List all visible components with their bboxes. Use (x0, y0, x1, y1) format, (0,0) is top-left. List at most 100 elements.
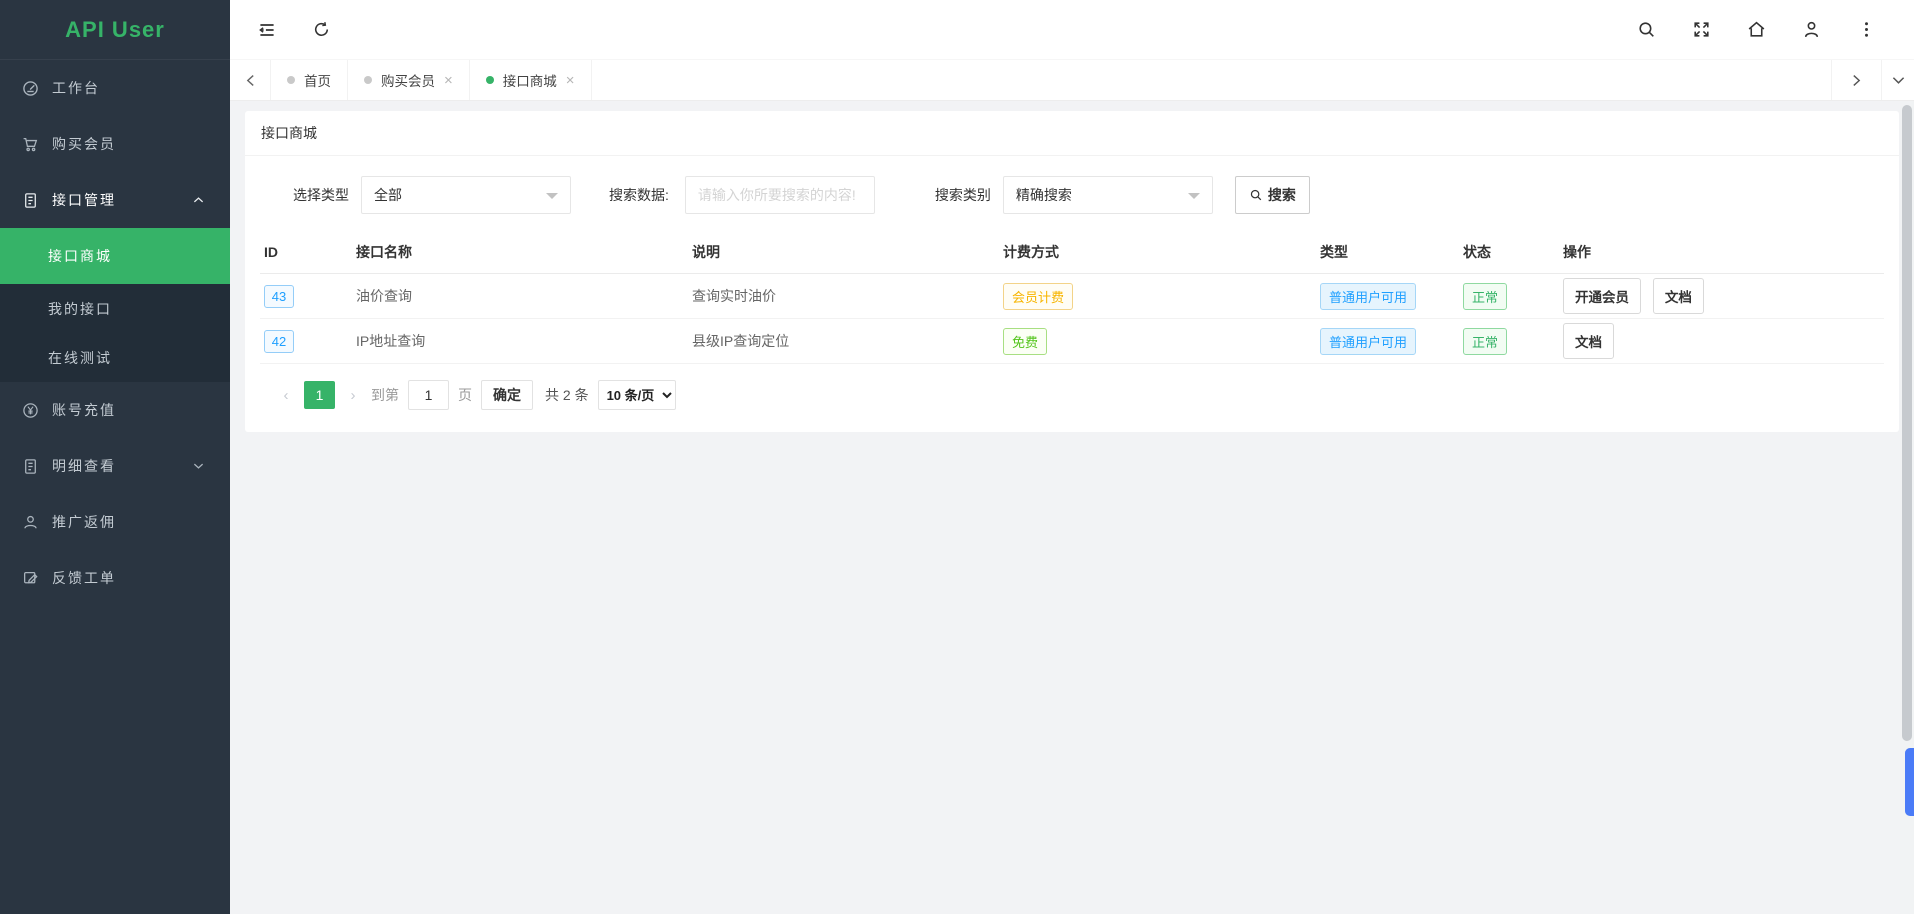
search-category-select[interactable]: 精确搜索 (1003, 176, 1213, 214)
col-status: 状态 (1463, 242, 1563, 262)
tab-close-icon[interactable]: × (444, 73, 453, 88)
table-header-row: ID 接口名称 说明 计费方式 类型 状态 操作 (260, 230, 1884, 274)
sidebar-item-label: 接口商城 (48, 246, 112, 266)
sidebar-item-my-apis[interactable]: 我的接口 (0, 284, 230, 333)
fullscreen-icon[interactable] (1691, 19, 1713, 41)
tab-label: 首页 (304, 70, 331, 90)
filter-toolbar: 选择类型 全部 搜索数据: 搜索类别 精确搜索 搜索 (245, 176, 1899, 214)
more-vertical-icon[interactable] (1856, 19, 1878, 41)
open-membership-button[interactable]: 开通会员 (1563, 278, 1641, 314)
sidebar-item-details[interactable]: 明细查看 (0, 438, 230, 494)
tab-dot (364, 76, 372, 84)
type-badge: 普通用户可用 (1320, 283, 1416, 310)
total-count-label: 共 2 条 (545, 385, 589, 405)
tabs-scroll-left-button[interactable] (230, 60, 271, 100)
tab-close-icon[interactable]: × (566, 73, 575, 88)
sidebar-item-label: 在线测试 (48, 348, 112, 368)
tab-dot (287, 76, 295, 84)
goto-label: 到第 (371, 385, 399, 405)
doc-button[interactable]: 文档 (1563, 323, 1614, 359)
prev-page-icon[interactable]: ‹ (277, 387, 295, 404)
doc-button[interactable]: 文档 (1653, 278, 1704, 314)
table-row: 42 IP地址查询 县级IP查询定位 免费 普通用户可用 正常 文档 (260, 319, 1884, 364)
tab-label: 购买会员 (381, 70, 435, 90)
file-icon (22, 458, 39, 475)
chevron-up-icon (193, 196, 204, 204)
tab-dot (486, 76, 494, 84)
sidebar-item-recharge[interactable]: 账号充值 (0, 382, 230, 438)
blue-scroll-marker[interactable] (1905, 748, 1914, 816)
sidebar-submenu-api: 接口商城 我的接口 在线测试 (0, 228, 230, 382)
status-badge: 正常 (1463, 283, 1507, 310)
sidebar-item-api-mall[interactable]: 接口商城 (0, 228, 230, 284)
col-name: 接口名称 (356, 242, 692, 262)
billing-badge: 免费 (1003, 328, 1047, 355)
next-page-icon[interactable]: › (344, 387, 362, 404)
sidebar-item-label: 接口管理 (52, 190, 193, 210)
chevron-down-icon (193, 462, 204, 470)
page-size-select[interactable]: 10 条/页 (598, 380, 676, 410)
tab-api-mall[interactable]: 接口商城 × (470, 60, 592, 100)
search-button[interactable]: 搜索 (1235, 176, 1310, 214)
dashboard-icon (22, 80, 39, 97)
search-category-label: 搜索类别 (935, 185, 991, 205)
sidebar-item-online-test[interactable]: 在线测试 (0, 333, 230, 382)
goto-page-input[interactable] (408, 380, 449, 410)
tabbar-spacer (592, 60, 1831, 100)
vertical-scrollbar[interactable] (1900, 101, 1914, 914)
api-name: 油价查询 (356, 286, 692, 306)
col-billing: 计费方式 (1003, 242, 1320, 262)
tab-home[interactable]: 首页 (271, 60, 348, 100)
topbar (230, 0, 1914, 60)
search-icon[interactable] (1636, 19, 1658, 41)
pagination: ‹ 1 › 到第 页 确定 共 2 条 10 条/页 (277, 380, 1899, 410)
type-badge: 普通用户可用 (1320, 328, 1416, 355)
type-select[interactable]: 全部 (361, 176, 571, 214)
app-logo-text: API User (65, 17, 165, 43)
id-badge: 43 (264, 285, 294, 308)
search-category-value: 精确搜索 (1016, 185, 1072, 205)
sidebar-item-workbench[interactable]: 工作台 (0, 60, 230, 116)
status-badge: 正常 (1463, 328, 1507, 355)
file-icon (22, 192, 39, 209)
api-mall-card: 接口商城 选择类型 全部 搜索数据: 搜索类别 精确搜索 搜索 (245, 111, 1899, 432)
search-data-label: 搜索数据: (609, 185, 669, 205)
user-icon[interactable] (1801, 19, 1823, 41)
search-input[interactable] (685, 176, 875, 214)
sidebar: API User 工作台 购买会员 接口管理 接口商城 我的接口 (0, 0, 230, 914)
api-desc: 查询实时油价 (692, 286, 1003, 306)
type-select-value: 全部 (374, 185, 402, 205)
tabs-menu-dropdown-button[interactable] (1881, 60, 1914, 100)
search-small-icon (1249, 188, 1263, 202)
current-page-button[interactable]: 1 (304, 381, 335, 409)
person-icon (22, 514, 39, 531)
tab-buy-membership[interactable]: 购买会员 × (348, 60, 470, 100)
sidebar-item-feedback[interactable]: 反馈工单 (0, 550, 230, 606)
feedback-edit-icon (22, 570, 39, 587)
col-actions: 操作 (1563, 242, 1880, 262)
refresh-icon[interactable] (311, 19, 333, 41)
col-desc: 说明 (692, 242, 1003, 262)
scrollbar-thumb[interactable] (1902, 105, 1912, 741)
sidebar-item-api-management[interactable]: 接口管理 (0, 172, 230, 228)
main-content: 接口商城 选择类型 全部 搜索数据: 搜索类别 精确搜索 搜索 (230, 101, 1914, 914)
billing-badge: 会员计费 (1003, 283, 1073, 310)
sidebar-item-label: 反馈工单 (52, 568, 230, 588)
sidebar-item-label: 我的接口 (48, 299, 112, 319)
tab-label: 接口商城 (503, 70, 557, 90)
type-filter-label: 选择类型 (293, 185, 349, 205)
collapse-sidebar-icon[interactable] (256, 19, 278, 41)
yen-circle-icon (22, 402, 39, 419)
cart-icon (22, 136, 39, 153)
home-icon[interactable] (1746, 19, 1768, 41)
sidebar-item-label: 明细查看 (52, 456, 193, 476)
col-type: 类型 (1320, 242, 1463, 262)
sidebar-item-promotion[interactable]: 推广返佣 (0, 494, 230, 550)
col-id: ID (264, 244, 356, 260)
api-desc: 县级IP查询定位 (692, 331, 1003, 351)
confirm-page-button[interactable]: 确定 (481, 380, 533, 410)
tabs-scroll-right-button[interactable] (1831, 60, 1881, 100)
tabbar: 首页 购买会员 × 接口商城 × (230, 60, 1914, 101)
sidebar-item-buy-membership[interactable]: 购买会员 (0, 116, 230, 172)
page-title: 接口商城 (245, 111, 1899, 156)
